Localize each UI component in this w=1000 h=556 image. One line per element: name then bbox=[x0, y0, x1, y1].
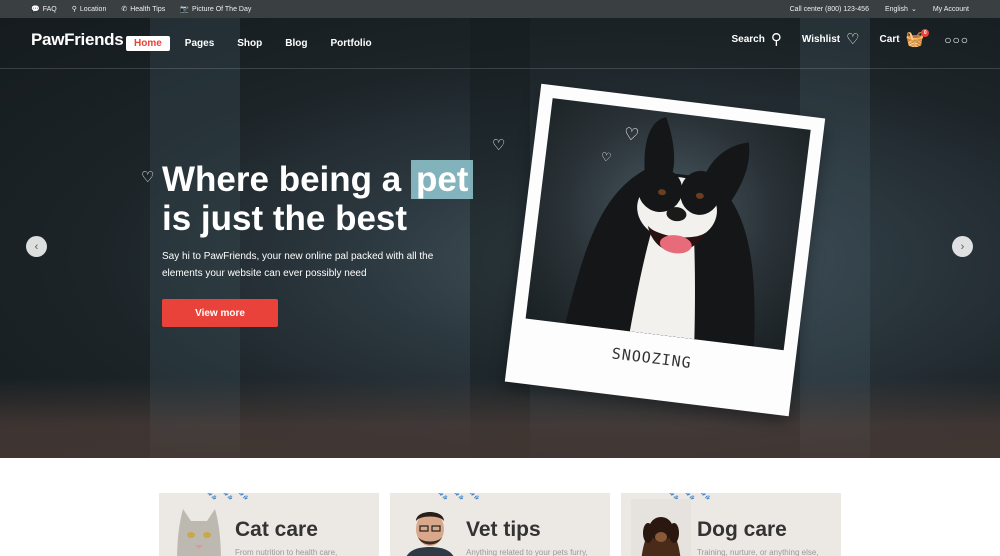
dog-photo bbox=[525, 98, 811, 351]
polaroid-frame: ♡ ♡ SNOOZING bbox=[504, 83, 826, 417]
chevron-left-icon: ‹ bbox=[34, 240, 39, 253]
top-bar: 💬 FAQ ⚲ Location ✆ Health Tips 📷 Picture… bbox=[0, 0, 1000, 18]
nav-item-portfolio[interactable]: Portfolio bbox=[322, 36, 379, 51]
dog-photo bbox=[631, 499, 691, 556]
location-pin-icon: ⚲ bbox=[71, 5, 77, 13]
slider-next-button[interactable]: › bbox=[952, 236, 973, 257]
headline-text: Where being a bbox=[162, 160, 411, 199]
card-title: Dog care bbox=[697, 518, 787, 541]
service-card-cat-care[interactable]: 🐾🐾🐾 Cat care From nutrition to health ca… bbox=[159, 493, 379, 556]
background-floor bbox=[0, 378, 1000, 458]
headline-line-1: Where being a pet bbox=[162, 160, 474, 199]
view-more-button[interactable]: View more bbox=[162, 299, 278, 327]
cart-count-badge: 0 bbox=[921, 29, 930, 37]
top-link-health-tips[interactable]: ✆ Health Tips bbox=[121, 6, 165, 13]
header-divider bbox=[0, 68, 1000, 69]
card-title: Cat care bbox=[235, 518, 318, 541]
top-link-faq[interactable]: 💬 FAQ bbox=[31, 6, 57, 13]
more-options-icon[interactable]: ○○○ bbox=[944, 33, 969, 47]
heart-icon: ♡ bbox=[846, 31, 860, 48]
nav-item-shop[interactable]: Shop bbox=[229, 36, 270, 51]
card-description: Anything related to your pets furry, bbox=[466, 548, 588, 556]
top-link-label: Picture Of The Day bbox=[191, 5, 252, 13]
cart-label: Cart bbox=[879, 34, 900, 45]
heart-doodle-icon: ♡ bbox=[600, 149, 613, 165]
card-description: From nutrition to health care, bbox=[235, 548, 338, 556]
header-actions: Search ⚲ Wishlist ♡ Cart 🧺 0 ○○○ bbox=[731, 29, 969, 47]
camera-icon: 📷 bbox=[180, 5, 189, 13]
hero-headline: Where being a pet is just the best bbox=[162, 160, 474, 238]
service-card-dog-care[interactable]: 🐾🐾🐾 Dog care Training, nurture, or anyth… bbox=[621, 493, 841, 556]
top-link-label: Health Tips bbox=[130, 5, 166, 13]
cart-button[interactable]: Cart 🧺 0 bbox=[879, 29, 930, 47]
hero-slider: PawFriends Home Pages Shop Blog Portfoli… bbox=[0, 18, 1000, 458]
services-section: 🐾🐾🐾 Cat care From nutrition to health ca… bbox=[0, 458, 1000, 556]
hero-subtext: Say hi to PawFriends, your new online pa… bbox=[162, 251, 434, 279]
service-card-vet-tips[interactable]: 🐾🐾🐾 Vet tips Anything related to your pe… bbox=[390, 493, 610, 556]
heart-doodle-icon: ♡ bbox=[141, 169, 155, 186]
wishlist-label: Wishlist bbox=[801, 34, 841, 45]
top-link-label: FAQ bbox=[42, 5, 57, 13]
nav-item-home[interactable]: Home bbox=[126, 36, 170, 51]
top-bar-right: Call center (800) 123-456 English ⌄ My A… bbox=[790, 0, 969, 18]
top-link-picture-of-the-day[interactable]: 📷 Picture Of The Day bbox=[180, 6, 251, 13]
phone-icon: ✆ bbox=[121, 5, 128, 13]
site-logo[interactable]: PawFriends bbox=[31, 30, 124, 50]
search-button[interactable]: Search ⚲ bbox=[731, 32, 781, 47]
headline-line-2: is just the best bbox=[162, 199, 408, 238]
search-icon: ⚲ bbox=[770, 31, 782, 48]
card-description: Training, nurture, or anything else, bbox=[697, 548, 819, 556]
language-label: English bbox=[884, 5, 908, 13]
language-selector[interactable]: English ⌄ bbox=[884, 5, 917, 14]
top-bar-links: 💬 FAQ ⚲ Location ✆ Health Tips 📷 Picture… bbox=[31, 0, 251, 18]
my-account-link[interactable]: My Account bbox=[933, 6, 969, 13]
wishlist-button[interactable]: Wishlist ♡ bbox=[802, 32, 860, 47]
heart-doodle-icon: ♡ bbox=[622, 124, 641, 145]
top-link-location[interactable]: ⚲ Location bbox=[72, 6, 107, 13]
top-link-label: Location bbox=[79, 5, 107, 13]
dog-illustration bbox=[565, 117, 755, 347]
nav-item-blog[interactable]: Blog bbox=[277, 36, 315, 51]
nav-item-pages[interactable]: Pages bbox=[177, 36, 222, 51]
call-center-text: Call center (800) 123-456 bbox=[789, 5, 869, 13]
slider-prev-button[interactable]: ‹ bbox=[26, 236, 47, 257]
cat-photo bbox=[177, 509, 221, 556]
chevron-down-icon: ⌄ bbox=[910, 6, 917, 13]
vet-photo bbox=[406, 512, 454, 556]
main-nav: Home Pages Shop Blog Portfolio bbox=[126, 36, 387, 51]
heart-doodle-icon: ♡ bbox=[492, 137, 506, 154]
search-label: Search bbox=[731, 34, 765, 45]
chevron-right-icon: › bbox=[960, 240, 965, 253]
headline-highlight: pet bbox=[410, 160, 474, 199]
card-title: Vet tips bbox=[466, 518, 541, 541]
chat-icon: 💬 bbox=[31, 5, 40, 13]
